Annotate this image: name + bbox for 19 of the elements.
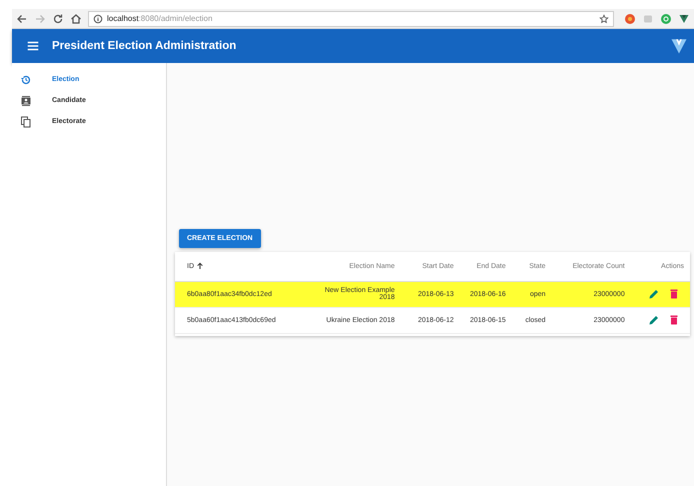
contact-card-icon [20,94,32,106]
extension-icon[interactable] [678,12,690,24]
star-icon[interactable] [599,14,609,24]
info-icon [93,14,103,24]
copy-icon [20,116,32,128]
v-logo-icon [670,37,688,55]
back-icon[interactable] [16,12,28,24]
app-title: President Election Administration [52,40,236,52]
reload-icon[interactable] [52,12,64,24]
menu-icon[interactable] [26,39,40,53]
delete-icon[interactable] [668,288,680,300]
delete-icon[interactable] [668,314,680,326]
address-bar[interactable]: localhost:8080/admin/election [88,10,614,26]
home-icon[interactable] [70,12,82,24]
sort-arrow-icon [196,262,204,270]
edit-icon[interactable] [648,288,660,300]
edit-icon[interactable] [648,314,660,326]
url-text: localhost:8080/admin/election [107,14,212,23]
history-icon [20,74,32,86]
